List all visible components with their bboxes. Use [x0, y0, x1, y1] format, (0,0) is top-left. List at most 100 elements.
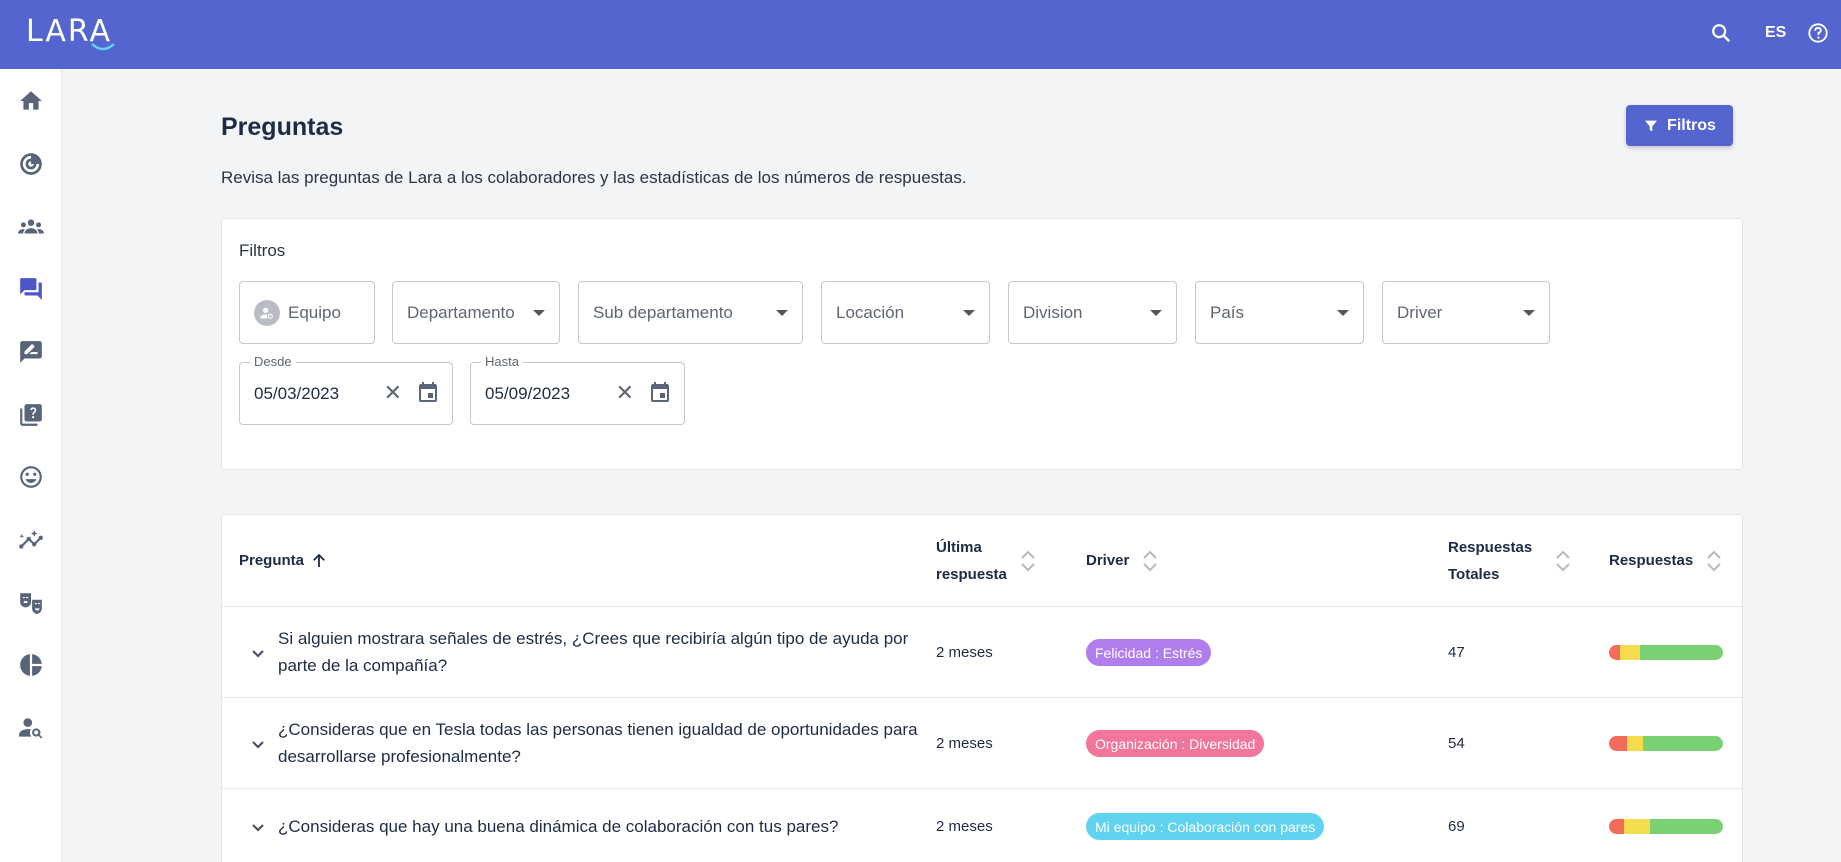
total-responses: 69: [1448, 818, 1465, 835]
page-title: Preguntas: [221, 113, 344, 141]
caret-down-icon: [533, 310, 545, 316]
team-filter-label: Equipo: [288, 302, 341, 322]
total-responses: 47: [1448, 644, 1465, 661]
language-selector[interactable]: ES: [1765, 24, 1786, 42]
sub-department-filter[interactable]: Sub departamento: [578, 281, 803, 344]
neutral-segment: [1623, 819, 1651, 834]
filters-button[interactable]: Filtros: [1626, 105, 1733, 146]
column-header-last-response-line2: respuesta: [936, 565, 1007, 583]
location-filter[interactable]: Locación: [821, 281, 990, 344]
sort-icon: [1707, 550, 1721, 572]
nav-theater-masks-icon[interactable]: [17, 589, 45, 617]
expand-chevron-icon[interactable]: [249, 644, 267, 662]
caret-down-icon: [1523, 310, 1535, 316]
sidebar: [0, 69, 62, 862]
positive-segment: [1650, 819, 1723, 834]
column-header-total-line2: Totales: [1448, 565, 1500, 583]
negative-segment: [1609, 645, 1621, 660]
date-from-value[interactable]: 05/03/2023: [254, 384, 339, 404]
question-text: Si alguien mostrara señales de estrés, ¿…: [278, 629, 909, 675]
nav-smile-icon[interactable]: [17, 463, 45, 491]
driver-filter-label: Driver: [1397, 302, 1443, 322]
column-header-total-responses[interactable]: Respuestas Totales: [1448, 515, 1570, 606]
column-header-last-response[interactable]: Última respuesta: [936, 515, 1035, 606]
sort-icon: [1143, 550, 1158, 572]
positive-segment: [1639, 645, 1723, 660]
positive-segment: [1643, 736, 1723, 751]
negative-segment: [1609, 736, 1628, 751]
question-text: ¿Consideras que hay una buena dinámica d…: [278, 817, 839, 836]
column-header-responses[interactable]: Respuestas: [1609, 515, 1721, 606]
sort-icon: [1556, 550, 1570, 572]
neutral-segment: [1620, 645, 1640, 660]
column-header-driver[interactable]: Driver: [1086, 515, 1158, 606]
driver-badge: Organización : Diversidad: [1086, 730, 1265, 757]
column-header-question-label: Pregunta: [239, 552, 305, 569]
expand-chevron-icon[interactable]: [249, 818, 267, 836]
country-filter[interactable]: País: [1195, 281, 1364, 344]
nav-forum-icon[interactable]: [17, 275, 45, 303]
question-text: ¿Consideras que en Tesla todas las perso…: [278, 720, 918, 766]
column-header-responses-label: Respuestas: [1609, 552, 1694, 569]
filters-card: Filtros Equipo Departamento Sub departam…: [221, 218, 1743, 470]
date-from-field[interactable]: Desde 05/03/2023 ✕: [239, 354, 453, 425]
calendar-icon[interactable]: [648, 381, 672, 405]
department-filter-label: Departamento: [407, 302, 515, 322]
last-response: 2 meses: [936, 644, 993, 661]
nav-rate-review-icon[interactable]: [17, 338, 45, 366]
clear-icon[interactable]: ✕: [616, 381, 634, 405]
nav-quiz-icon[interactable]: [17, 401, 45, 429]
date-to-value[interactable]: 05/09/2023: [485, 384, 570, 404]
nav-groups-icon[interactable]: [17, 213, 45, 241]
caret-down-icon: [1337, 310, 1349, 316]
column-header-total-line1: Respuestas: [1448, 538, 1533, 556]
search-icon[interactable]: [1710, 22, 1732, 44]
questions-table: Pregunta Última respuesta Driver Respues…: [221, 514, 1744, 862]
top-bar: LARA ES: [0, 0, 1841, 69]
caret-down-icon: [963, 310, 975, 316]
date-to-field[interactable]: Hasta 05/09/2023 ✕: [470, 354, 685, 425]
date-from-label: Desde: [250, 354, 296, 369]
responses-distribution-bar: [1609, 645, 1723, 660]
nav-home-icon[interactable]: [17, 87, 45, 115]
expand-chevron-icon[interactable]: [249, 735, 267, 753]
nav-manage-search-user-icon[interactable]: [17, 714, 45, 742]
table-row[interactable]: Si alguien mostrara señales de estrés, ¿…: [222, 607, 1744, 698]
sort-icon: [1021, 550, 1035, 572]
nav-radar-icon[interactable]: [17, 150, 45, 178]
team-filter[interactable]: Equipo: [239, 281, 375, 344]
neutral-segment: [1627, 736, 1644, 751]
last-response: 2 meses: [936, 818, 993, 835]
department-filter[interactable]: Departamento: [392, 281, 560, 344]
sub-department-filter-label: Sub departamento: [593, 302, 733, 322]
driver-badge: Mi equipo : Colaboración con pares: [1086, 813, 1325, 840]
table-row[interactable]: ¿Consideras que en Tesla todas las perso…: [222, 698, 1744, 789]
column-header-question[interactable]: Pregunta: [239, 515, 328, 606]
lara-logo[interactable]: LARA: [26, 14, 115, 54]
calendar-icon[interactable]: [416, 381, 440, 405]
filter-icon: [1645, 120, 1658, 131]
caret-down-icon: [1150, 310, 1162, 316]
responses-distribution-bar: [1609, 736, 1723, 751]
location-filter-label: Locación: [836, 302, 905, 322]
driver-filter[interactable]: Driver: [1382, 281, 1550, 344]
country-filter-label: País: [1210, 302, 1245, 322]
nav-insights-icon[interactable]: [17, 526, 45, 554]
clear-icon[interactable]: ✕: [384, 381, 402, 405]
date-to-label: Hasta: [481, 354, 523, 369]
column-header-driver-label: Driver: [1086, 552, 1130, 569]
table-row[interactable]: ¿Consideras que hay una buena dinámica d…: [222, 789, 1744, 862]
page-description: Revisa las preguntas de Lara a los colab…: [221, 168, 967, 187]
filters-button-label: Filtros: [1667, 116, 1716, 134]
help-icon[interactable]: [1807, 22, 1829, 44]
responses-distribution-bar: [1609, 819, 1723, 834]
last-response: 2 meses: [936, 735, 993, 752]
filters-title: Filtros: [239, 241, 286, 260]
negative-segment: [1609, 819, 1624, 834]
nav-pie-chart-icon[interactable]: [17, 651, 45, 679]
division-filter[interactable]: Division: [1008, 281, 1177, 344]
division-filter-label: Division: [1023, 302, 1083, 322]
arrow-up-icon: [313, 553, 325, 567]
caret-down-icon: [776, 310, 788, 316]
team-avatar-icon: [254, 299, 280, 326]
